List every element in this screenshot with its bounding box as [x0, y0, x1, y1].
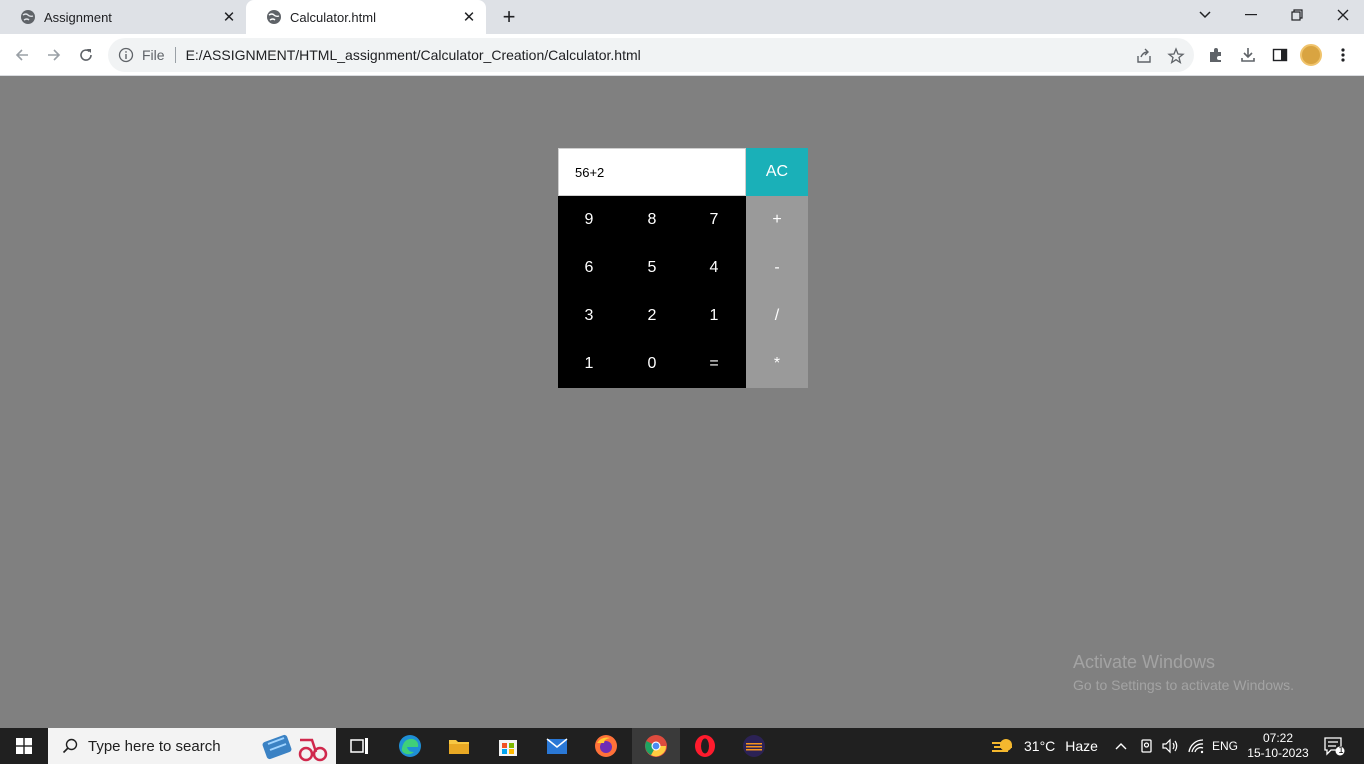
key-7[interactable]: 7: [683, 196, 745, 244]
close-tab-icon[interactable]: ✕: [460, 8, 478, 26]
task-view-icon[interactable]: [348, 734, 372, 758]
key-2[interactable]: 2: [621, 292, 683, 340]
search-placeholder: Type here to search: [88, 737, 221, 755]
close-window-icon[interactable]: [1320, 0, 1364, 30]
volume-icon[interactable]: [1161, 728, 1179, 764]
key-4[interactable]: 4: [683, 244, 745, 292]
meet-now-icon[interactable]: [1139, 728, 1155, 764]
new-tab-button[interactable]: +: [496, 4, 522, 29]
close-tab-icon[interactable]: ✕: [220, 8, 238, 26]
restore-icon[interactable]: [1274, 0, 1320, 30]
clock[interactable]: 07:22 15-10-2023: [1246, 731, 1310, 761]
key-3[interactable]: 3: [558, 292, 620, 340]
watermark-subtitle: Go to Settings to activate Windows.: [1073, 677, 1294, 693]
tab-assignment[interactable]: Assignment ✕: [0, 0, 246, 34]
calculator-display[interactable]: 56+2: [558, 148, 746, 196]
minus-button[interactable]: -: [746, 244, 808, 292]
edge-icon[interactable]: [398, 734, 422, 758]
equals-button[interactable]: =: [683, 340, 745, 388]
key-9[interactable]: 9: [558, 196, 620, 244]
tab-calculator[interactable]: Calculator.html ✕: [246, 0, 486, 34]
key-1[interactable]: 1: [683, 292, 745, 340]
browser-toolbar: File E:/ASSIGNMENT/HTML_assignment/Calcu…: [0, 34, 1364, 76]
windows-start-icon[interactable]: [0, 728, 48, 764]
globe-icon: [21, 10, 35, 24]
watermark-title: Activate Windows: [1073, 652, 1216, 672]
extensions-icon[interactable]: [1207, 46, 1225, 64]
store-icon[interactable]: [496, 734, 520, 758]
tab-title: Calculator.html: [290, 9, 376, 25]
bookmark-star-icon[interactable]: [1167, 47, 1185, 65]
download-icon[interactable]: [1239, 46, 1257, 64]
weather-widget[interactable]: 31°C Haze: [990, 728, 1098, 764]
haze-icon: [992, 739, 1012, 752]
search-icon: [62, 738, 78, 754]
share-icon[interactable]: [1135, 47, 1153, 65]
wifi-icon[interactable]: [1187, 728, 1205, 764]
widgets-icon[interactable]: [262, 732, 328, 762]
notification-count: 1: [1338, 745, 1344, 755]
notifications-icon[interactable]: 1: [1323, 728, 1345, 764]
weather-temperature: 31°C: [1024, 738, 1056, 754]
number-pad: 9 8 7 6 5 4 3 2 1 1 0 =: [558, 196, 746, 388]
calculator: 56+2 AC 9 8 7 6 5 4 3 2 1 1 0 = + - / *: [558, 148, 808, 388]
info-icon[interactable]: [118, 47, 134, 63]
file-explorer-icon[interactable]: [447, 734, 471, 758]
taskbar: Type here to search 31°C Haze ENG 07:22 …: [0, 728, 1364, 764]
reload-icon[interactable]: [74, 43, 98, 67]
tab-strip: Assignment ✕ Calculator.html ✕ +: [0, 0, 1364, 34]
url-text[interactable]: E:/ASSIGNMENT/HTML_assignment/Calculator…: [186, 47, 641, 63]
clock-time: 07:22: [1262, 731, 1294, 745]
clear-button[interactable]: AC: [746, 148, 808, 196]
opera-icon[interactable]: [693, 734, 717, 758]
profile-avatar[interactable]: [1300, 44, 1322, 66]
tab-title: Assignment: [44, 9, 112, 25]
key-8[interactable]: 8: [621, 196, 683, 244]
operator-column: + - / *: [746, 196, 808, 388]
back-icon[interactable]: [10, 43, 34, 67]
globe-icon: [267, 10, 281, 24]
more-menu-icon[interactable]: [1334, 46, 1352, 64]
plus-button[interactable]: +: [746, 196, 808, 244]
clock-date: 15-10-2023: [1247, 746, 1309, 760]
firefox-icon[interactable]: [594, 734, 618, 758]
forward-icon[interactable]: [42, 43, 66, 67]
weather-description: Haze: [1065, 738, 1098, 754]
side-panel-icon[interactable]: [1271, 46, 1289, 64]
scheme-label: File: [142, 47, 165, 63]
tab-search-icon[interactable]: [1182, 0, 1228, 30]
language-indicator[interactable]: ENG: [1212, 728, 1238, 764]
chrome-icon[interactable]: [644, 734, 668, 758]
divide-button[interactable]: /: [746, 292, 808, 340]
divider: [174, 47, 176, 63]
address-bar[interactable]: File E:/ASSIGNMENT/HTML_assignment/Calcu…: [108, 38, 1194, 72]
key-1-bottom[interactable]: 1: [558, 340, 620, 388]
key-6[interactable]: 6: [558, 244, 620, 292]
key-0[interactable]: 0: [621, 340, 683, 388]
key-5[interactable]: 5: [621, 244, 683, 292]
mail-icon[interactable]: [545, 734, 569, 758]
show-hidden-icons-icon[interactable]: [1114, 728, 1128, 764]
eclipse-icon[interactable]: [742, 734, 766, 758]
multiply-button[interactable]: *: [746, 340, 808, 388]
taskbar-search[interactable]: Type here to search: [48, 728, 336, 764]
minimize-icon[interactable]: [1228, 0, 1274, 30]
